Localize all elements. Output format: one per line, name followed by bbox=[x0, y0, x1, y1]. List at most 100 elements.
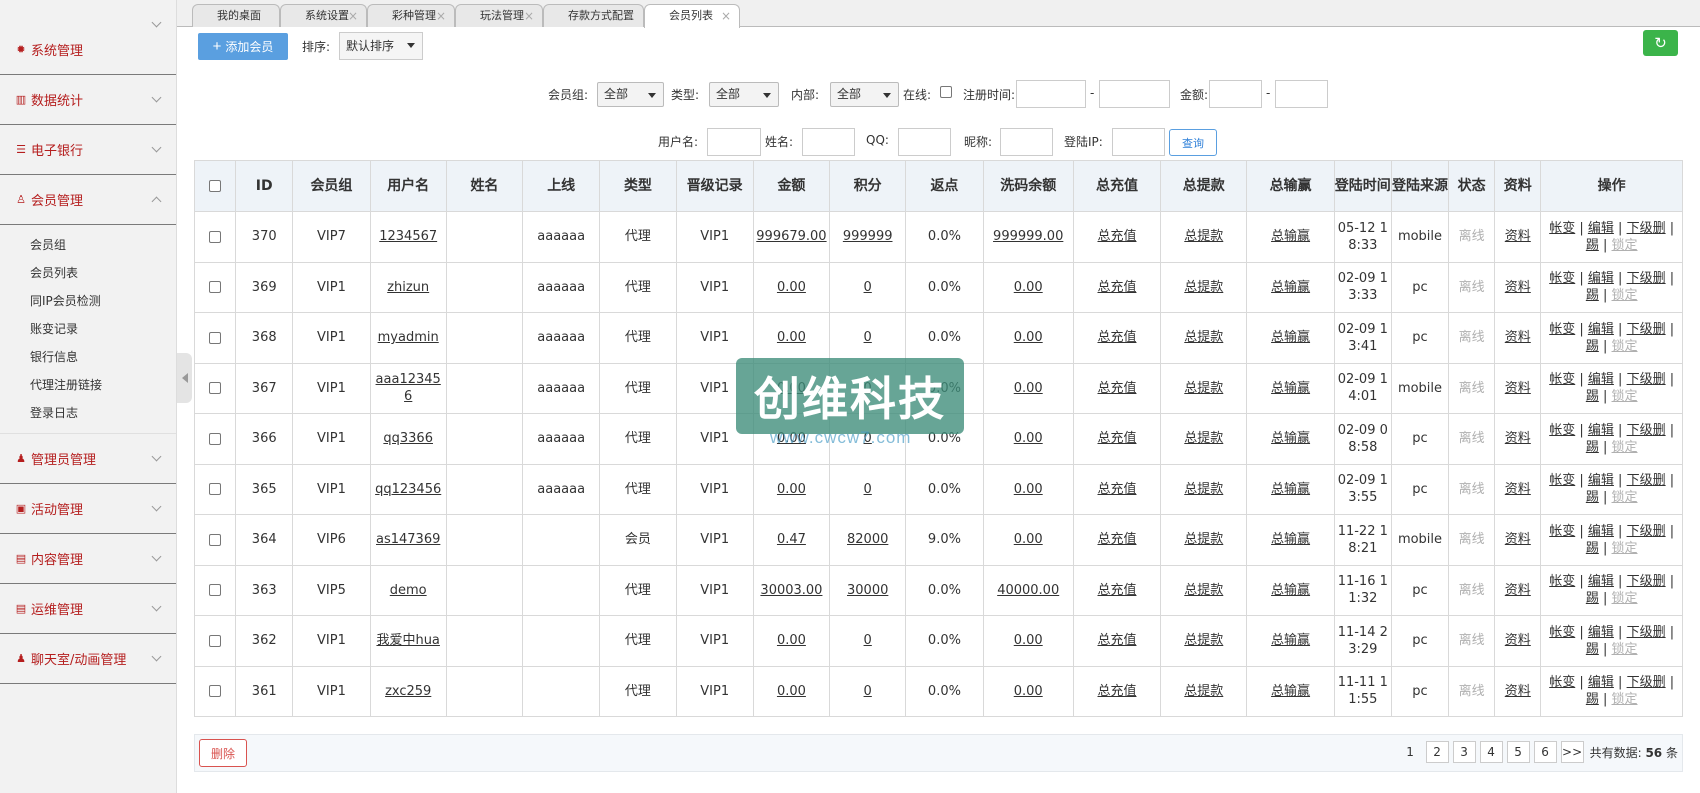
total-withdraw-link[interactable]: 总提款 bbox=[1184, 330, 1223, 345]
member-group-select[interactable]: 全部 bbox=[597, 82, 664, 107]
total-recharge-link[interactable]: 总充值 bbox=[1097, 381, 1136, 396]
delete-link[interactable]: 删 bbox=[1653, 322, 1666, 337]
tab-item[interactable]: 会员列表 × bbox=[644, 4, 740, 28]
total-withdraw-link[interactable]: 总提款 bbox=[1184, 229, 1223, 244]
subordinate-link[interactable]: 下级 bbox=[1627, 271, 1653, 286]
total-recharge-link[interactable]: 总充值 bbox=[1097, 633, 1136, 648]
page-1-button[interactable]: 1 bbox=[1399, 741, 1422, 763]
profile-link[interactable]: 资料 bbox=[1505, 280, 1531, 295]
page-5-button[interactable]: 5 bbox=[1506, 741, 1530, 763]
delete-link[interactable]: 删 bbox=[1653, 675, 1666, 690]
profile-link[interactable]: 资料 bbox=[1505, 684, 1531, 699]
username-link[interactable]: as147369 bbox=[376, 532, 440, 547]
wash-balance-link[interactable]: 0.00 bbox=[1014, 330, 1043, 345]
sidebar-group-header[interactable]: ▤ 运维管理 bbox=[0, 584, 176, 634]
total-winloss-link[interactable]: 总输赢 bbox=[1271, 381, 1310, 396]
page-3-button[interactable]: 3 bbox=[1452, 741, 1476, 763]
tab-item[interactable]: 系统设置 × bbox=[280, 4, 367, 27]
total-winloss-link[interactable]: 总输赢 bbox=[1271, 431, 1310, 446]
balance-change-link[interactable]: 帐变 bbox=[1549, 372, 1575, 387]
internal-select[interactable]: 全部 bbox=[830, 82, 899, 107]
profile-link[interactable]: 资料 bbox=[1505, 633, 1531, 648]
delete-link[interactable]: 删 bbox=[1653, 423, 1666, 438]
username-link[interactable]: zxc259 bbox=[385, 684, 431, 699]
wash-balance-link[interactable]: 0.00 bbox=[1014, 431, 1043, 446]
kick-link[interactable]: 踢 bbox=[1586, 440, 1599, 455]
wash-balance-link[interactable]: 0.00 bbox=[1014, 280, 1043, 295]
close-icon[interactable]: × bbox=[436, 5, 446, 27]
sidebar-group-header[interactable]: ▥ 数据统计 bbox=[0, 75, 176, 125]
balance-change-link[interactable]: 帐变 bbox=[1549, 625, 1575, 640]
sidebar-group-header[interactable]: ☰ 电子银行 bbox=[0, 125, 176, 175]
profile-link[interactable]: 资料 bbox=[1505, 330, 1531, 345]
delete-link[interactable]: 删 bbox=[1653, 221, 1666, 236]
username-link[interactable]: demo bbox=[390, 583, 427, 598]
username-link[interactable]: zhizun bbox=[387, 280, 429, 295]
row-checkbox[interactable] bbox=[209, 584, 222, 597]
wash-balance-link[interactable]: 40000.00 bbox=[997, 583, 1059, 598]
row-checkbox[interactable] bbox=[209, 382, 222, 395]
query-button[interactable]: 查询 bbox=[1169, 129, 1217, 156]
profile-link[interactable]: 资料 bbox=[1505, 532, 1531, 547]
kick-link[interactable]: 踢 bbox=[1586, 238, 1599, 253]
lock-link[interactable]: 锁定 bbox=[1612, 339, 1638, 354]
login-ip-input[interactable] bbox=[1112, 128, 1165, 156]
total-winloss-link[interactable]: 总输赢 bbox=[1271, 482, 1310, 497]
wash-balance-link[interactable]: 0.00 bbox=[1014, 633, 1043, 648]
row-checkbox[interactable] bbox=[209, 533, 222, 546]
lock-link[interactable]: 锁定 bbox=[1612, 389, 1638, 404]
amount-max-input[interactable] bbox=[1275, 80, 1328, 108]
nickname-input[interactable] bbox=[1000, 128, 1053, 156]
edit-link[interactable]: 编辑 bbox=[1588, 574, 1614, 589]
total-recharge-link[interactable]: 总充值 bbox=[1097, 431, 1136, 446]
row-checkbox[interactable] bbox=[209, 230, 222, 243]
page-4-button[interactable]: 4 bbox=[1479, 741, 1503, 763]
balance-change-link[interactable]: 帐变 bbox=[1549, 574, 1575, 589]
wash-balance-link[interactable]: 999999.00 bbox=[993, 229, 1063, 244]
kick-link[interactable]: 踢 bbox=[1586, 389, 1599, 404]
edit-link[interactable]: 编辑 bbox=[1588, 524, 1614, 539]
sidebar-item[interactable]: 会员列表 bbox=[0, 259, 176, 287]
delete-link[interactable]: 删 bbox=[1653, 473, 1666, 488]
points-link[interactable]: 0 bbox=[864, 684, 872, 699]
total-withdraw-link[interactable]: 总提款 bbox=[1184, 684, 1223, 699]
edit-link[interactable]: 编辑 bbox=[1588, 423, 1614, 438]
total-withdraw-link[interactable]: 总提款 bbox=[1184, 431, 1223, 446]
balance-change-link[interactable]: 帐变 bbox=[1549, 675, 1575, 690]
total-recharge-link[interactable]: 总充值 bbox=[1097, 532, 1136, 547]
total-recharge-link[interactable]: 总充值 bbox=[1097, 684, 1136, 699]
total-withdraw-link[interactable]: 总提款 bbox=[1184, 280, 1223, 295]
edit-link[interactable]: 编辑 bbox=[1588, 675, 1614, 690]
total-withdraw-link[interactable]: 总提款 bbox=[1184, 482, 1223, 497]
row-checkbox[interactable] bbox=[209, 685, 222, 698]
row-checkbox[interactable] bbox=[209, 634, 222, 647]
lock-link[interactable]: 锁定 bbox=[1612, 288, 1638, 303]
delete-link[interactable]: 删 bbox=[1653, 625, 1666, 640]
username-link[interactable]: myadmin bbox=[378, 330, 439, 345]
total-recharge-link[interactable]: 总充值 bbox=[1097, 280, 1136, 295]
sidebar-group-header[interactable]: ♟ 聊天室/动画管理 bbox=[0, 634, 176, 684]
total-withdraw-link[interactable]: 总提款 bbox=[1184, 532, 1223, 547]
total-winloss-link[interactable]: 总输赢 bbox=[1271, 229, 1310, 244]
close-icon[interactable]: × bbox=[524, 5, 534, 27]
amount-link[interactable]: 0.00 bbox=[777, 330, 806, 345]
edit-link[interactable]: 编辑 bbox=[1588, 322, 1614, 337]
balance-change-link[interactable]: 帐变 bbox=[1549, 423, 1575, 438]
tab-item[interactable]: 我的桌面 bbox=[192, 4, 280, 27]
subordinate-link[interactable]: 下级 bbox=[1627, 473, 1653, 488]
edit-link[interactable]: 编辑 bbox=[1588, 372, 1614, 387]
delete-link[interactable]: 删 bbox=[1653, 372, 1666, 387]
tab-item[interactable]: 存款方式配置 × bbox=[543, 4, 644, 27]
points-link[interactable]: 0 bbox=[864, 330, 872, 345]
sidebar-item[interactable]: 同IP会员检测 bbox=[0, 287, 176, 315]
profile-link[interactable]: 资料 bbox=[1505, 229, 1531, 244]
page-6-button[interactable]: 6 bbox=[1533, 741, 1557, 763]
amount-link[interactable]: 0.47 bbox=[777, 532, 806, 547]
next-page-button[interactable]: >> bbox=[1560, 741, 1584, 763]
balance-change-link[interactable]: 帐变 bbox=[1549, 271, 1575, 286]
close-icon[interactable]: × bbox=[625, 5, 635, 27]
type-select[interactable]: 全部 bbox=[709, 82, 779, 107]
name-input[interactable] bbox=[802, 128, 855, 156]
sidebar-group-header[interactable]: ▣ 活动管理 bbox=[0, 484, 176, 534]
username-link[interactable]: aaa123456 bbox=[376, 372, 441, 404]
